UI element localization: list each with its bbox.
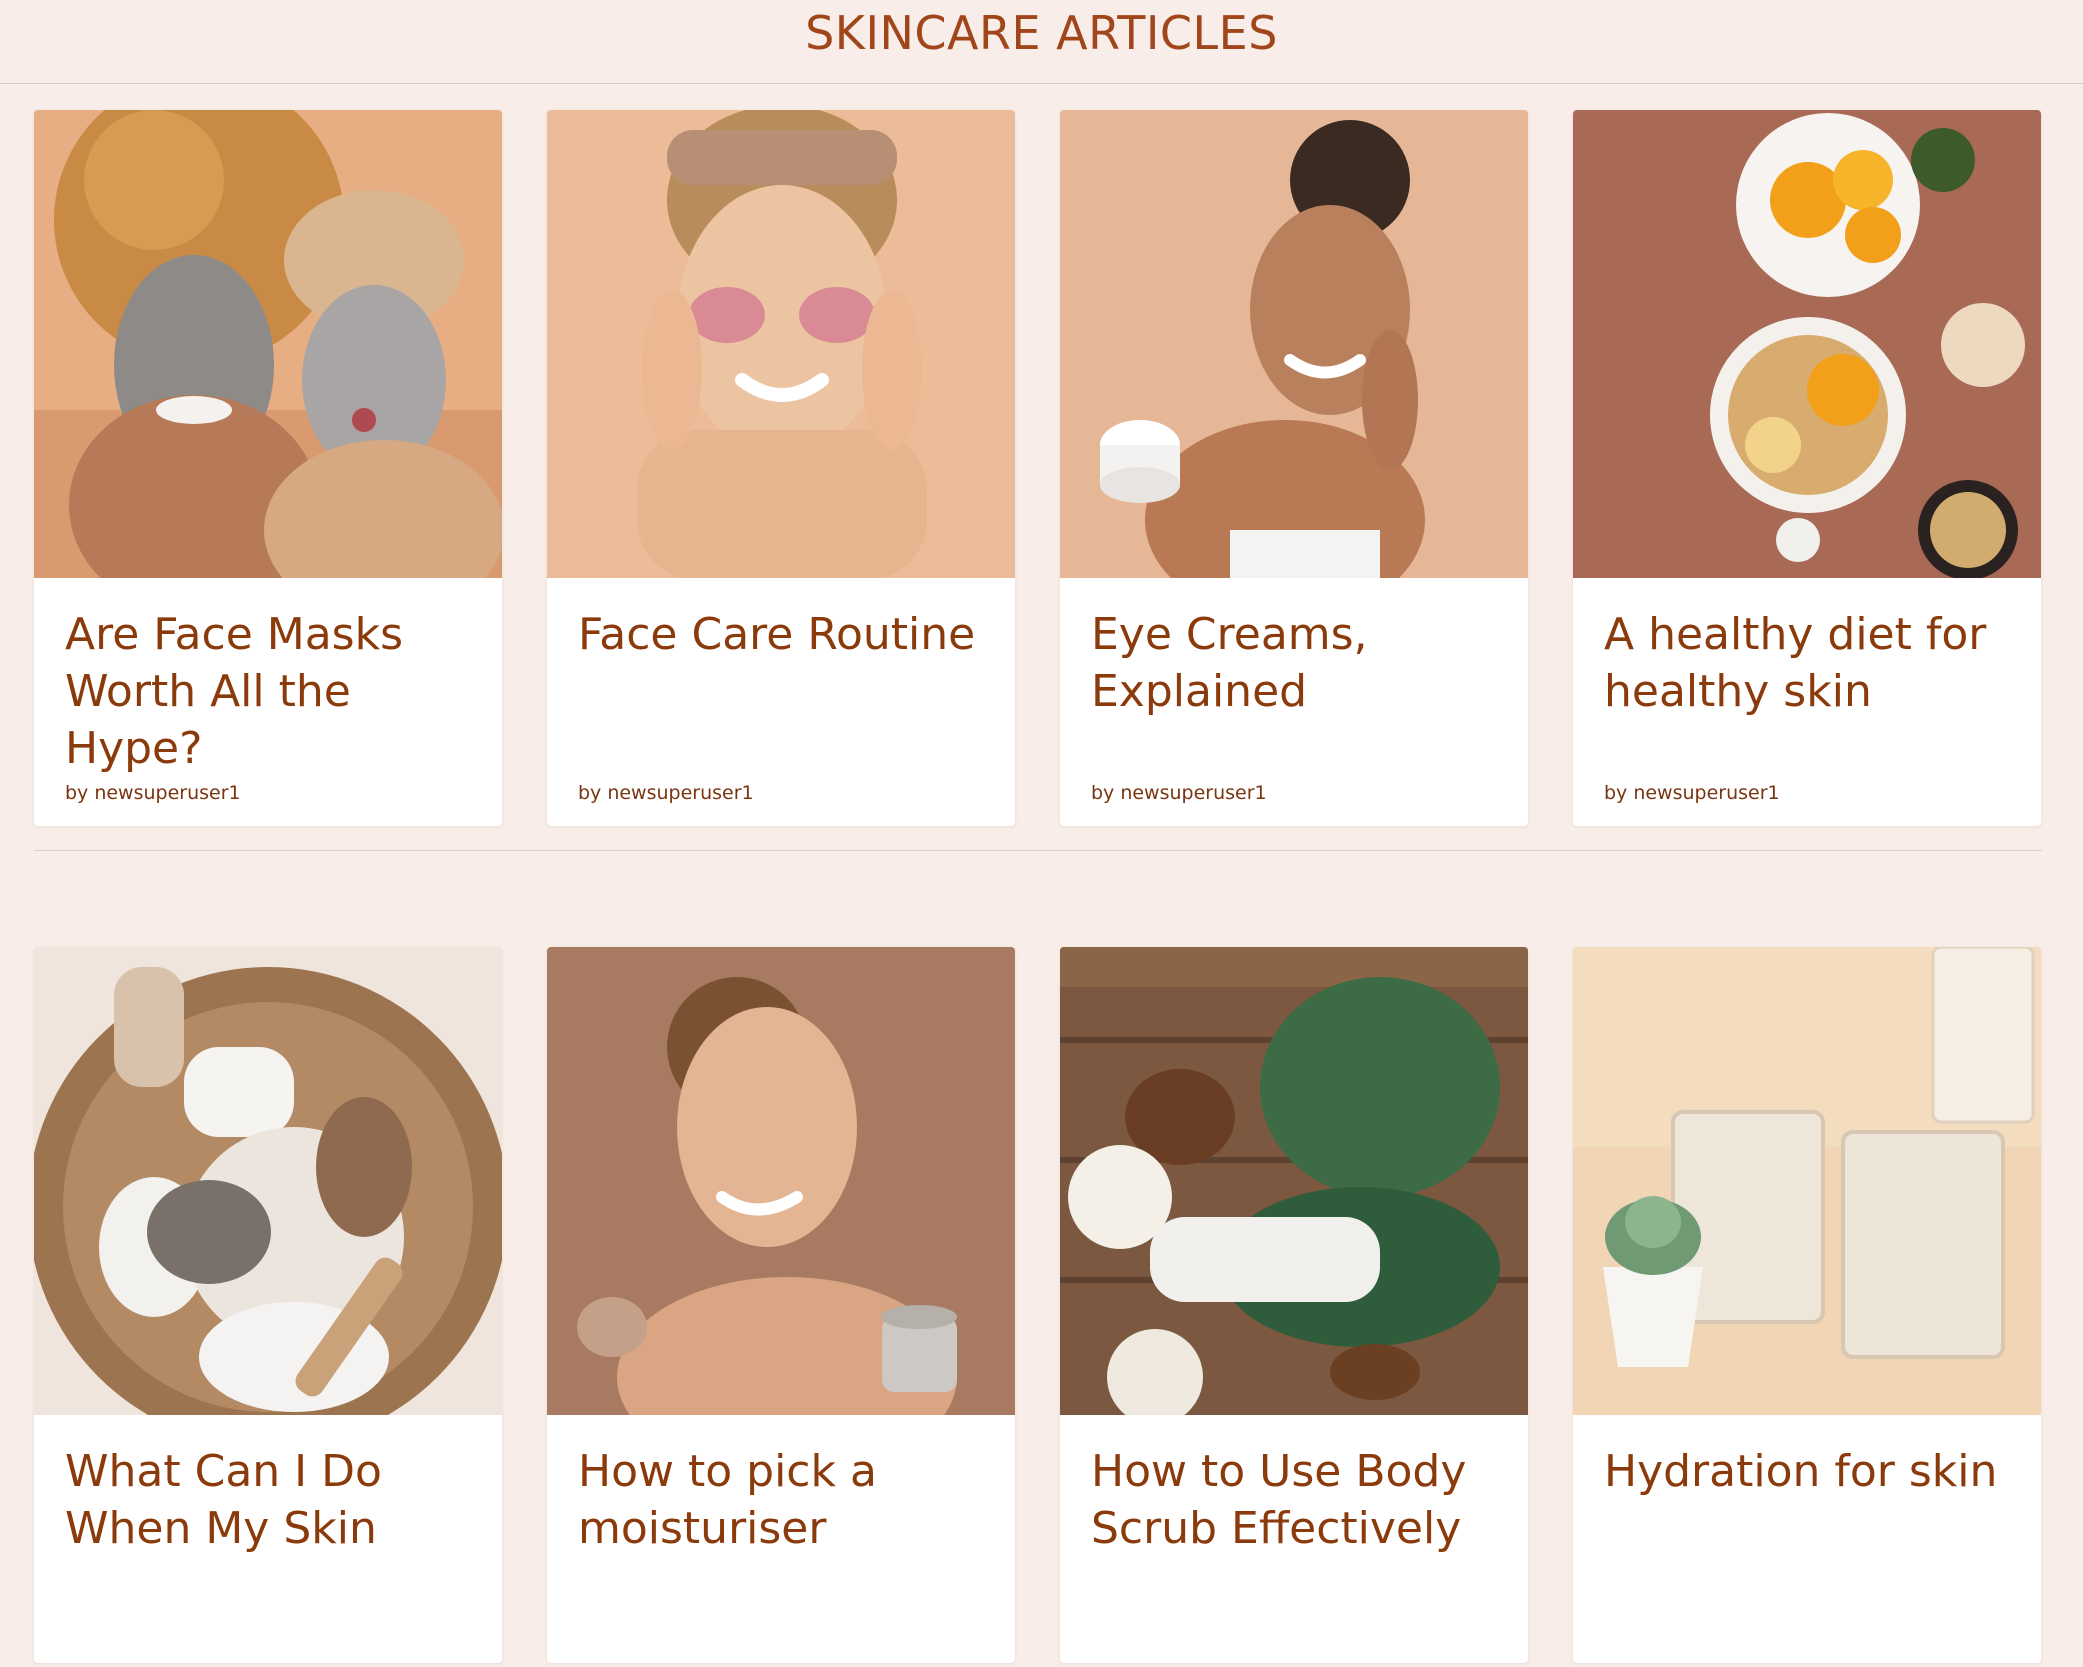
byline-prefix: by	[65, 782, 89, 804]
article-image[interactable]	[1060, 110, 1528, 578]
article-title[interactable]: How to Use Body Scrub Effectively	[1091, 1443, 1506, 1557]
page-header: SKINCARE ARTICLES	[0, 0, 2083, 84]
byline-prefix: by	[1091, 782, 1115, 804]
article-title[interactable]: Face Care Routine	[578, 606, 993, 663]
article-card[interactable]: Face Care Routine by newsuperuser1	[547, 110, 1015, 826]
article-author[interactable]: newsuperuser1	[1120, 782, 1266, 804]
article-image[interactable]	[547, 947, 1015, 1415]
article-byline: by newsuperuser1	[578, 782, 754, 804]
byline-prefix: by	[578, 782, 602, 804]
page-title: SKINCARE ARTICLES	[805, 6, 1278, 60]
article-title[interactable]: A healthy diet for healthy skin	[1604, 606, 2019, 720]
articles-row: What Can I Do When My Skin How to pick a…	[34, 947, 2042, 1667]
article-card[interactable]: What Can I Do When My Skin	[34, 947, 502, 1663]
article-card[interactable]: Hydration for skin	[1573, 947, 2041, 1663]
row-divider	[34, 850, 2042, 851]
article-card[interactable]: How to pick a moisturiser	[547, 947, 1015, 1663]
article-title[interactable]: Eye Creams, Explained	[1091, 606, 1506, 720]
article-author[interactable]: newsuperuser1	[607, 782, 753, 804]
article-image[interactable]	[1573, 110, 2041, 578]
article-byline: by newsuperuser1	[1604, 782, 1780, 804]
article-card[interactable]: Are Face Masks Worth All the Hype? by new…	[34, 110, 502, 826]
article-title[interactable]: How to pick a moisturiser	[578, 1443, 993, 1557]
article-title[interactable]: What Can I Do When My Skin	[65, 1443, 480, 1557]
article-image[interactable]	[1060, 947, 1528, 1415]
article-image[interactable]	[547, 110, 1015, 578]
article-byline: by newsuperuser1	[1091, 782, 1267, 804]
article-card[interactable]: How to Use Body Scrub Effectively	[1060, 947, 1528, 1663]
article-card[interactable]: A healthy diet for healthy skin by newsup…	[1573, 110, 2041, 826]
article-author[interactable]: newsuperuser1	[94, 782, 240, 804]
article-title[interactable]: Hydration for skin	[1604, 1443, 2019, 1500]
article-image[interactable]	[34, 947, 502, 1415]
articles-row: Are Face Masks Worth All the Hype? by new…	[34, 110, 2042, 830]
article-byline: by newsuperuser1	[65, 782, 241, 804]
article-title[interactable]: Are Face Masks Worth All the Hype?	[65, 606, 480, 777]
article-image[interactable]	[34, 110, 502, 578]
byline-prefix: by	[1604, 782, 1628, 804]
article-author[interactable]: newsuperuser1	[1633, 782, 1779, 804]
article-card[interactable]: Eye Creams, Explained by newsuperuser1	[1060, 110, 1528, 826]
article-image[interactable]	[1573, 947, 2041, 1415]
